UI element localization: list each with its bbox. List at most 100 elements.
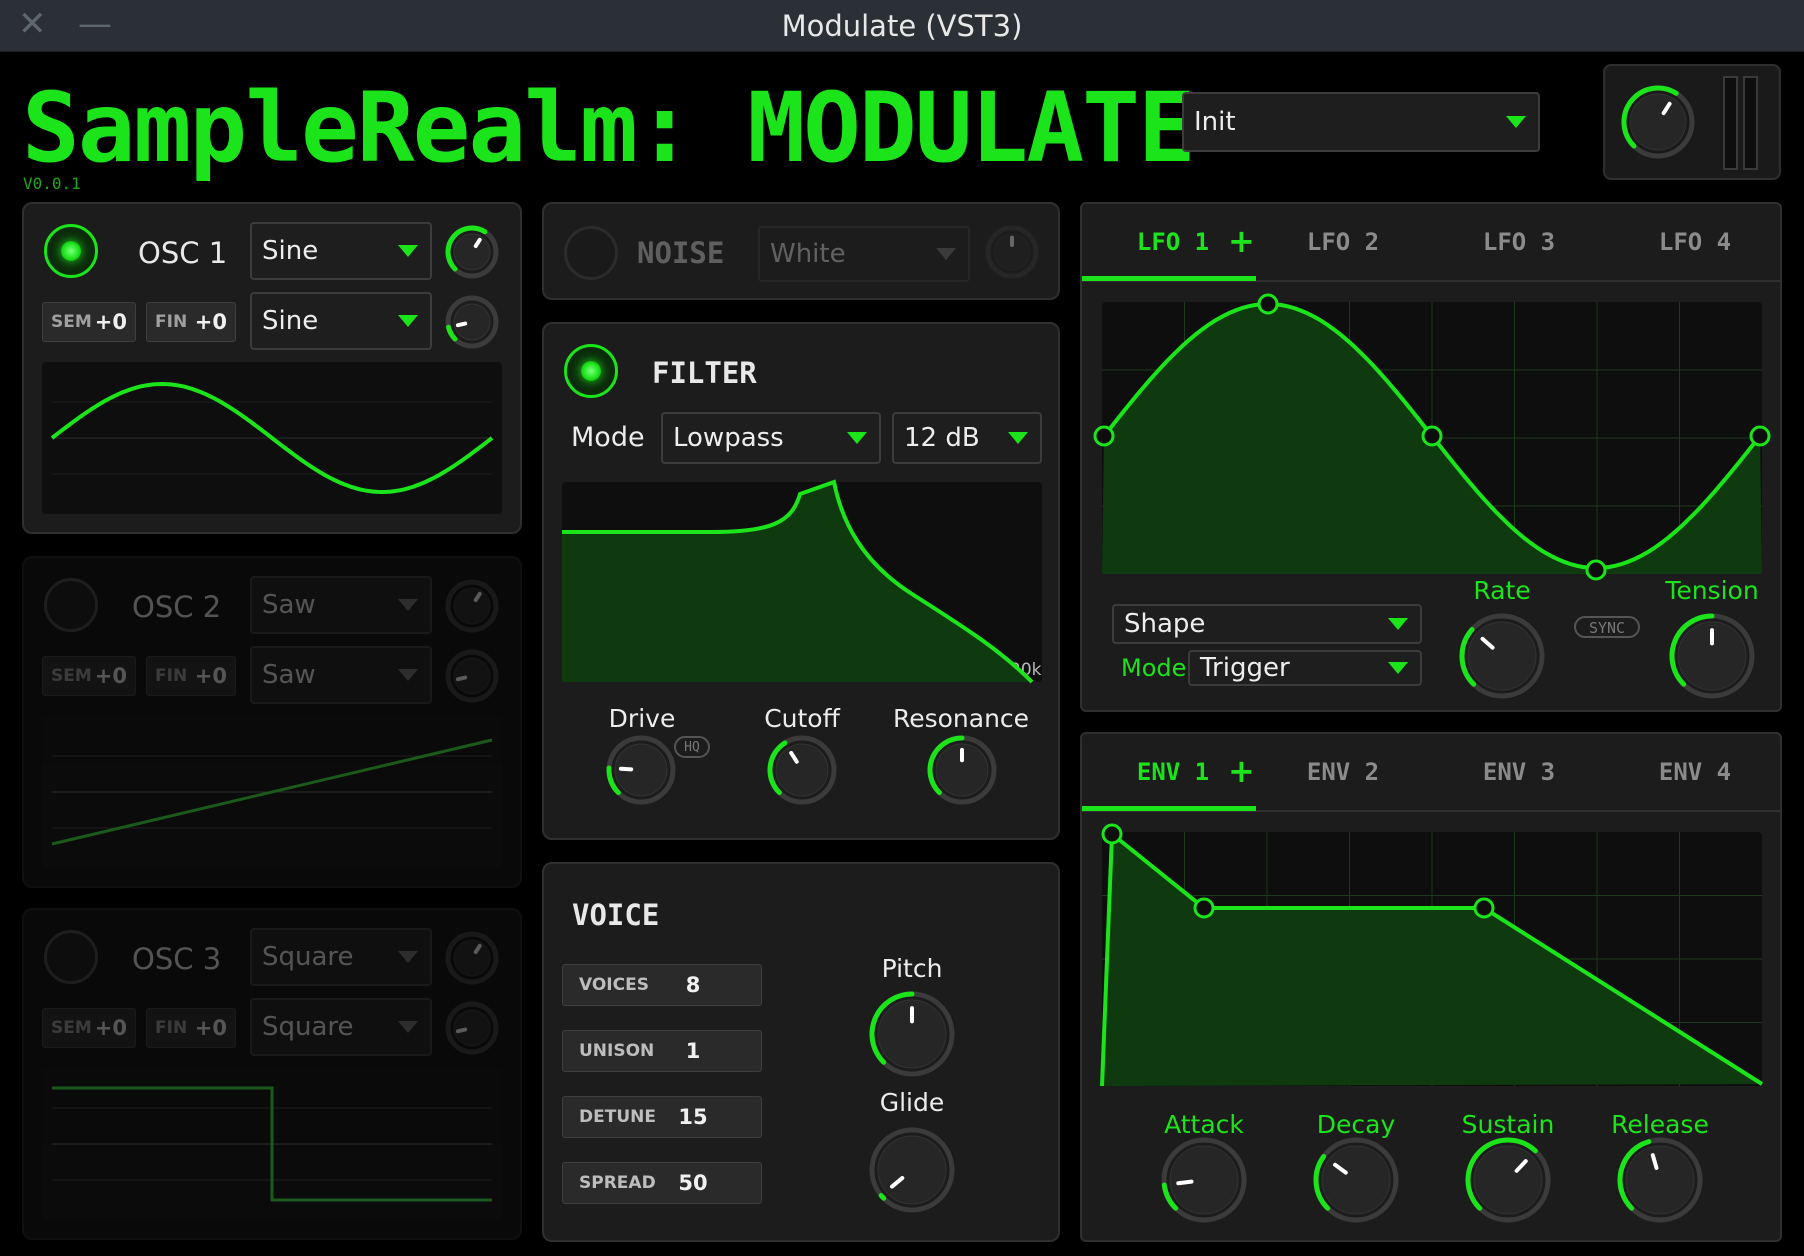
osc1-wave-a-value: Sine bbox=[262, 236, 319, 266]
unison-value: 1 bbox=[685, 1039, 701, 1063]
level-meter-left bbox=[1723, 76, 1738, 170]
spread-label: SPREAD bbox=[579, 1173, 656, 1193]
osc3-wave-b-select[interactable]: Square bbox=[250, 998, 432, 1056]
tab-lfo1[interactable]: LFO 1 bbox=[1108, 228, 1238, 256]
filter-slope-select[interactable]: 12 dB bbox=[892, 412, 1042, 464]
tab-env4[interactable]: ENV 4 bbox=[1630, 758, 1760, 786]
tab-lfo4[interactable]: LFO 4 bbox=[1630, 228, 1760, 256]
chevron-down-icon bbox=[1506, 116, 1526, 128]
tab-env3[interactable]: ENV 3 bbox=[1454, 758, 1584, 786]
tab-lfo3[interactable]: LFO 3 bbox=[1454, 228, 1584, 256]
filter-mode-select[interactable]: Lowpass bbox=[661, 412, 881, 464]
lfo-mode-select[interactable]: Trigger bbox=[1188, 650, 1422, 686]
fine-value: +0 bbox=[194, 310, 227, 334]
noise-power-toggle[interactable] bbox=[564, 226, 618, 280]
osc1-semitone-field[interactable]: SEM +0 bbox=[42, 302, 136, 342]
filter-mode-value: Lowpass bbox=[673, 423, 784, 453]
detune-label: DETUNE bbox=[579, 1107, 656, 1127]
version-label: V0.0.1 bbox=[23, 174, 81, 193]
decay-label: Decay bbox=[1316, 1110, 1396, 1139]
osc3-wave-a-value: Square bbox=[262, 942, 354, 972]
chevron-down-icon bbox=[398, 669, 418, 681]
detune-field[interactable]: DETUNE 15 bbox=[562, 1096, 762, 1138]
voices-value: 8 bbox=[685, 973, 701, 997]
semitone-label: SEM bbox=[51, 666, 92, 686]
lfo-add-button[interactable]: + bbox=[1228, 222, 1255, 260]
sync-toggle[interactable]: SYNC bbox=[1574, 616, 1640, 638]
spread-field[interactable]: SPREAD 50 bbox=[562, 1162, 762, 1204]
window-title: Modulate (VST3) bbox=[781, 9, 1023, 43]
sustain-label: Sustain bbox=[1461, 1110, 1555, 1139]
osc3-title: OSC 3 bbox=[132, 942, 222, 976]
osc2-wave-display bbox=[42, 716, 502, 868]
detune-value: 15 bbox=[678, 1105, 708, 1129]
osc1-fine-field[interactable]: FIN +0 bbox=[146, 302, 236, 342]
fine-label: FIN bbox=[155, 312, 188, 332]
fine-value: +0 bbox=[194, 1016, 227, 1040]
noise-type-select[interactable]: White bbox=[758, 226, 970, 282]
pitch-label: Pitch bbox=[881, 954, 943, 983]
lfo-mode-label: Mode bbox=[1121, 654, 1187, 682]
chevron-down-icon bbox=[398, 599, 418, 611]
env-marker-release: R bbox=[1616, 1060, 1628, 1079]
chevron-down-icon bbox=[1388, 662, 1408, 674]
osc1-wave-b-select[interactable]: Sine bbox=[250, 292, 432, 350]
lfo-mode-value: Trigger bbox=[1200, 653, 1290, 683]
filter-scale-high: 20k bbox=[1010, 660, 1042, 680]
osc3-power-toggle[interactable] bbox=[44, 930, 98, 984]
fine-label: FIN bbox=[155, 1018, 188, 1038]
preset-dropdown[interactable]: Init bbox=[1182, 92, 1540, 152]
lfo-active-tab-indicator bbox=[1082, 276, 1256, 281]
hq-toggle[interactable]: HQ bbox=[674, 736, 710, 758]
voices-field[interactable]: VOICES 8 bbox=[562, 964, 762, 1006]
close-icon[interactable]: ✕ bbox=[18, 0, 47, 48]
minimize-icon[interactable]: — bbox=[78, 0, 112, 48]
filter-mode-label: Mode bbox=[571, 422, 645, 453]
env-marker-sustain: S bbox=[1338, 1060, 1349, 1079]
filter-scale-low: 20 bbox=[563, 660, 585, 680]
drive-label: Drive bbox=[608, 704, 676, 733]
preset-name: Init bbox=[1194, 107, 1236, 137]
chevron-down-icon bbox=[847, 432, 867, 444]
semitone-label: SEM bbox=[51, 312, 92, 332]
tab-lfo2[interactable]: LFO 2 bbox=[1278, 228, 1408, 256]
rate-label: Rate bbox=[1473, 576, 1531, 605]
level-meter-right bbox=[1743, 76, 1758, 170]
master-section bbox=[1603, 64, 1781, 180]
unison-field[interactable]: UNISON 1 bbox=[562, 1030, 762, 1072]
filter-scale-mid: 1k bbox=[792, 660, 813, 680]
osc3-wave-b-value: Square bbox=[262, 1012, 354, 1042]
lfo-shape-editor[interactable] bbox=[1102, 302, 1762, 574]
lfo-shape-value: Shape bbox=[1124, 609, 1206, 639]
osc3-semitone-field[interactable]: SEM +0 bbox=[42, 1008, 136, 1048]
osc3-wave-a-select[interactable]: Square bbox=[250, 928, 432, 986]
osc1-wave-a-select[interactable]: Sine bbox=[250, 222, 432, 280]
osc2-wave-a-select[interactable]: Saw bbox=[250, 576, 432, 634]
voices-label: VOICES bbox=[579, 975, 649, 995]
osc2-fine-field[interactable]: FIN +0 bbox=[146, 656, 236, 696]
osc2-wave-a-value: Saw bbox=[262, 590, 316, 620]
osc1-wave-b-value: Sine bbox=[262, 306, 319, 336]
chevron-down-icon bbox=[398, 1021, 418, 1033]
env-add-button[interactable]: + bbox=[1228, 752, 1255, 790]
title-bar: Modulate (VST3) ✕ — bbox=[0, 0, 1804, 52]
osc2-title: OSC 2 bbox=[132, 590, 222, 624]
filter-title: FILTER bbox=[652, 356, 757, 390]
osc2-wave-b-value: Saw bbox=[262, 660, 316, 690]
semitone-label: SEM bbox=[51, 1018, 92, 1038]
attack-label: Attack bbox=[1164, 1110, 1244, 1139]
osc3-fine-field[interactable]: FIN +0 bbox=[146, 1008, 236, 1048]
env-shape-editor[interactable] bbox=[1102, 832, 1762, 1086]
chevron-down-icon bbox=[1388, 618, 1408, 630]
osc1-power-toggle[interactable] bbox=[44, 224, 98, 278]
chevron-down-icon bbox=[1008, 432, 1028, 444]
osc2-power-toggle[interactable] bbox=[44, 578, 98, 632]
tab-env1[interactable]: ENV 1 bbox=[1108, 758, 1238, 786]
noise-type-value: White bbox=[770, 239, 846, 269]
osc2-semitone-field[interactable]: SEM +0 bbox=[42, 656, 136, 696]
lfo-shape-select[interactable]: Shape bbox=[1112, 604, 1422, 644]
tab-env2[interactable]: ENV 2 bbox=[1278, 758, 1408, 786]
chevron-down-icon bbox=[398, 951, 418, 963]
filter-power-toggle[interactable] bbox=[564, 344, 618, 398]
osc2-wave-b-select[interactable]: Saw bbox=[250, 646, 432, 704]
